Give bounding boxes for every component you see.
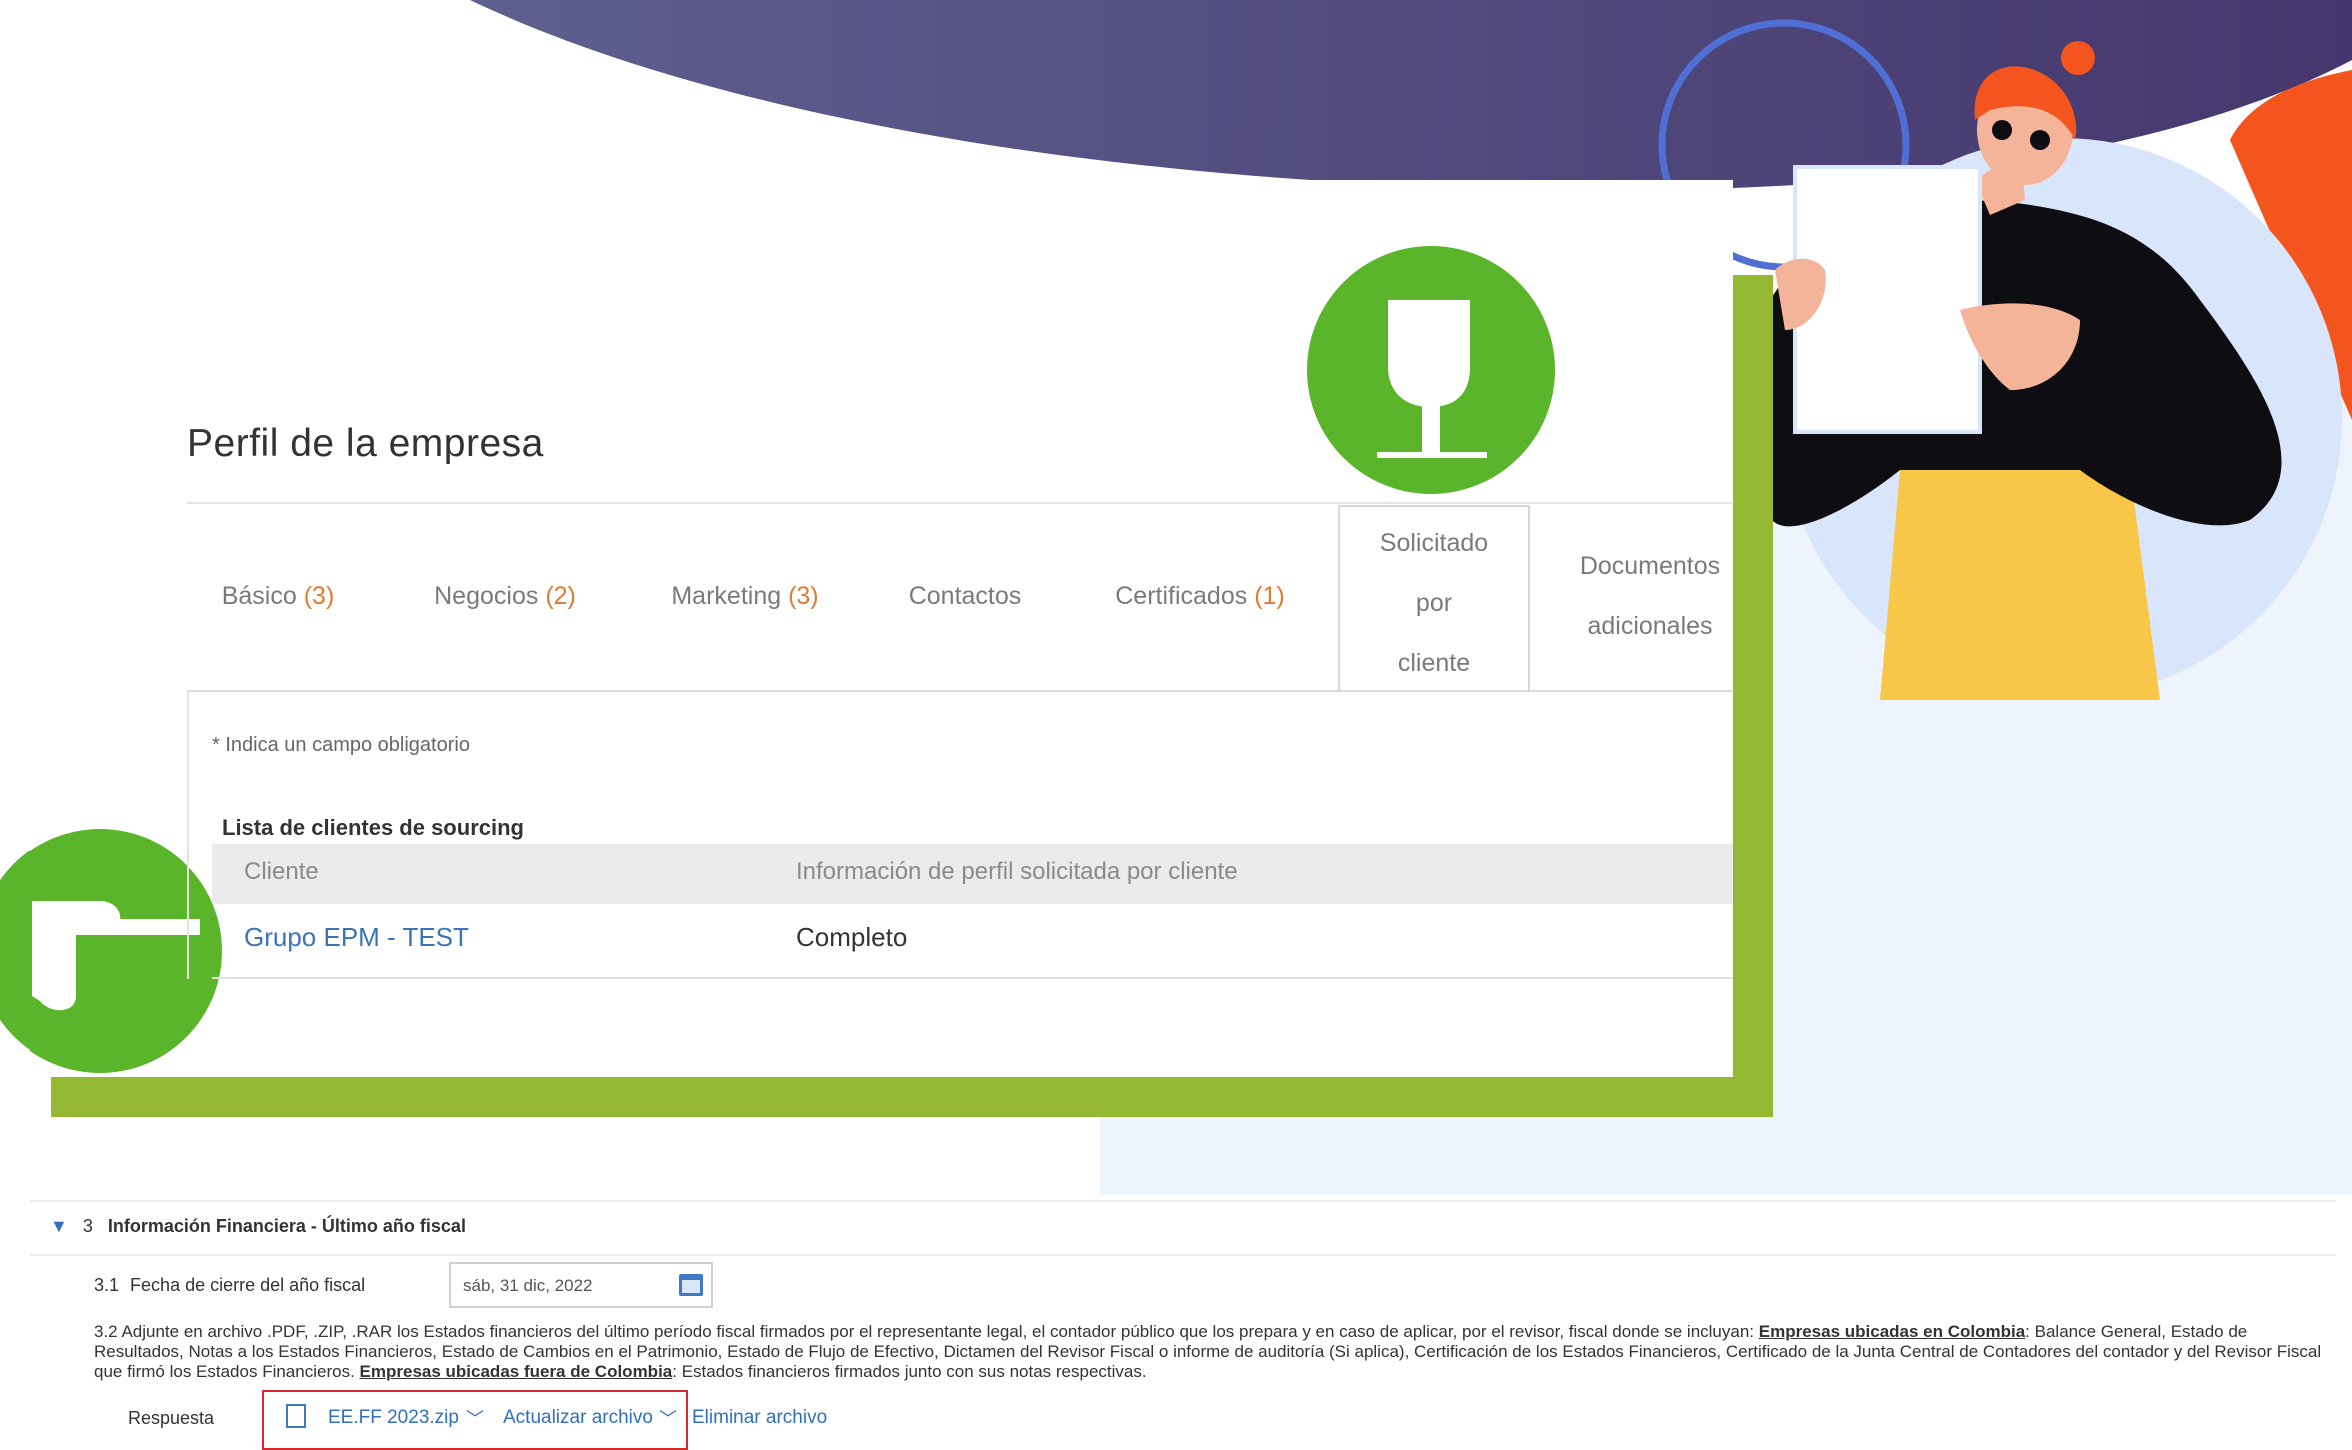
file-zip-icon — [286, 1404, 306, 1428]
question-number: 3.2 — [94, 1322, 118, 1341]
tab-label: Básico — [221, 582, 297, 610]
tab-label: Certificados — [1115, 582, 1248, 610]
date-value: sáb, 31 dic, 2022 — [463, 1276, 593, 1295]
question-bold-b: Empresas ubicadas fuera de Colombia — [359, 1362, 673, 1381]
tab-marketing[interactable]: Marketing (3) — [655, 566, 835, 626]
panel-border — [187, 692, 189, 979]
sourcing-clients-title: Lista de clientes de sourcing — [222, 815, 524, 840]
tab-contactos[interactable]: Contactos — [890, 566, 1040, 626]
tab-basico[interactable]: Básico (3) — [208, 566, 348, 626]
tab-documentos-adicionales[interactable]: Documentos adicionales — [1540, 536, 1760, 656]
tab-label-line: por — [1415, 589, 1453, 617]
tab-certificados[interactable]: Certificados (1) — [1100, 566, 1300, 626]
form-top-divider — [30, 1200, 2335, 1202]
calendar-icon[interactable] — [679, 1274, 703, 1296]
section-header[interactable]: ▼ 3 Información Financiera - Último año … — [50, 1216, 466, 1237]
question-text-a: Adjunte en archivo .PDF, .ZIP, .RAR los … — [121, 1322, 1755, 1341]
required-field-note: * Indica un campo obligatorio — [212, 734, 470, 756]
file-name-link[interactable]: EE.FF 2023.zip — [328, 1407, 459, 1429]
tab-label-line: Solicitado — [1379, 529, 1489, 557]
question-3-2: 3.2 Adjunte en archivo .PDF, .ZIP, .RAR … — [94, 1322, 2334, 1382]
tab-label-line: cliente — [1397, 649, 1471, 677]
tab-label: Contactos — [908, 582, 1022, 610]
chevron-down-icon[interactable]: ﹀ — [466, 1405, 484, 1431]
question-3-1: 3.1 Fecha de cierre del año fiscal — [94, 1275, 365, 1296]
tab-count: (2) — [545, 582, 576, 610]
update-file-link[interactable]: Actualizar archivo — [503, 1407, 653, 1429]
client-link[interactable]: Grupo EPM - TEST — [244, 922, 469, 953]
tab-solicitado-por-cliente[interactable]: Solicitado por cliente — [1338, 505, 1530, 692]
question-text-c: : Estados financieros firmados junto con… — [672, 1362, 1147, 1381]
page-title: Perfil de la empresa — [187, 422, 544, 465]
pointing-down-hand-badge — [1307, 246, 1555, 494]
pointing-right-hand-badge — [30, 829, 222, 1073]
tab-label-line: adicionales — [1587, 612, 1713, 640]
section-title: Información Financiera - Último año fisc… — [107, 1216, 466, 1236]
question-number: 3.1 — [94, 1275, 120, 1295]
tab-label: Negocios — [434, 582, 539, 610]
table-row-divider — [212, 977, 1733, 979]
fiscal-year-date-field[interactable]: sáb, 31 dic, 2022 — [449, 1262, 713, 1308]
column-header-client: Cliente — [244, 858, 319, 885]
tab-label-line: Documentos — [1579, 552, 1721, 580]
profile-status: Completo — [796, 922, 908, 952]
question-bold-a: Empresas ubicadas en Colombia — [1758, 1322, 2026, 1341]
response-label: Respuesta — [128, 1408, 215, 1428]
tab-count: (1) — [1254, 582, 1285, 610]
section-number: 3 — [82, 1216, 93, 1236]
title-divider — [187, 502, 1732, 504]
tab-count: (3) — [788, 582, 819, 610]
collapse-triangle-icon: ▼ — [50, 1216, 68, 1236]
chevron-down-icon[interactable]: ﹀ — [659, 1405, 677, 1431]
tab-negocios[interactable]: Negocios (2) — [420, 566, 590, 626]
section-divider — [30, 1254, 2335, 1256]
tab-count: (3) — [303, 582, 335, 610]
delete-file-link[interactable]: Eliminar archivo — [692, 1407, 827, 1429]
question-label: Fecha de cierre del año fiscal — [130, 1275, 366, 1295]
column-header-profile-info: Información de perfil solicitada por cli… — [796, 858, 1238, 885]
tabs-divider — [187, 690, 1732, 692]
tab-label: Marketing — [671, 582, 782, 610]
